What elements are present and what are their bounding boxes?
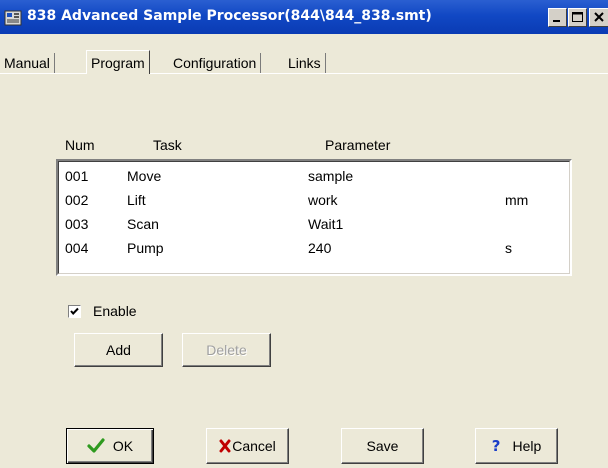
row-parameter: Wait1 — [308, 216, 344, 232]
cancel-button[interactable]: Cancel — [206, 428, 289, 464]
ok-button[interactable]: OK — [66, 428, 154, 464]
minimize-button[interactable] — [548, 8, 567, 27]
save-button[interactable]: Save — [341, 428, 424, 464]
help-button-label: Help — [512, 438, 542, 454]
column-header-num: Num — [65, 137, 95, 153]
add-button[interactable]: Add — [74, 333, 163, 367]
row-num: 003 — [65, 216, 89, 232]
ok-button-content: OK — [67, 429, 153, 463]
table-row[interactable]: 003 Scan Wait1 — [59, 213, 569, 237]
minimize-icon — [553, 20, 560, 22]
delete-button-label: Delete — [206, 342, 247, 358]
task-list-frame: 001 Move sample 002 Lift work mm 003 Sca… — [58, 161, 570, 274]
row-task: Scan — [127, 216, 159, 232]
row-num: 004 — [65, 240, 89, 256]
help-question-icon: ? — [491, 437, 501, 455]
table-row[interactable]: 004 Pump 240 s — [59, 237, 569, 261]
column-header-parameter: Parameter — [325, 137, 391, 153]
cancel-x-icon — [219, 439, 231, 453]
tab-configuration[interactable]: Configuration — [169, 53, 262, 73]
row-task: Pump — [127, 240, 164, 256]
tab-strip: Manual Program Configuration Links — [0, 50, 608, 74]
delete-button[interactable]: Delete — [182, 333, 271, 367]
table-row[interactable]: 001 Move sample — [59, 165, 569, 189]
cancel-button-label: Cancel — [232, 438, 276, 454]
ok-button-label: OK — [112, 438, 134, 454]
close-icon — [594, 12, 604, 22]
column-header-task: Task — [153, 137, 182, 153]
maximize-button[interactable] — [568, 8, 587, 27]
add-button-label: Add — [106, 342, 131, 358]
tab-links[interactable]: Links — [284, 53, 326, 73]
help-button[interactable]: ? Help — [475, 428, 558, 464]
app-window: 838 Advanced Sample Processor(844\844_83… — [0, 0, 608, 468]
tab-manual[interactable]: Manual — [0, 53, 55, 73]
row-parameter: 240 — [308, 240, 332, 256]
enable-checkbox[interactable] — [68, 305, 81, 318]
row-unit: mm — [505, 192, 529, 208]
checkmark-icon — [70, 307, 79, 315]
instrument-icon — [4, 9, 22, 27]
row-num: 001 — [65, 168, 89, 184]
row-unit: s — [505, 240, 512, 256]
row-parameter: work — [308, 192, 338, 208]
maximize-icon — [572, 12, 583, 22]
row-task: Move — [127, 168, 162, 184]
save-button-label: Save — [366, 438, 399, 454]
title-bar[interactable]: 838 Advanced Sample Processor(844\844_83… — [0, 0, 608, 34]
close-button[interactable] — [589, 8, 608, 27]
row-parameter: sample — [308, 168, 354, 184]
cancel-button-content: Cancel — [207, 429, 288, 463]
help-button-content: ? Help — [476, 429, 557, 463]
row-task: Lift — [127, 192, 146, 208]
checkmark-icon — [87, 438, 105, 453]
tab-program[interactable]: Program — [86, 50, 150, 74]
row-num: 002 — [65, 192, 89, 208]
table-row[interactable]: 002 Lift work mm — [59, 189, 569, 213]
window-title: 838 Advanced Sample Processor(844\844_83… — [27, 8, 432, 24]
enable-label[interactable]: Enable — [93, 303, 137, 319]
task-list[interactable]: 001 Move sample 002 Lift work mm 003 Sca… — [56, 159, 572, 276]
